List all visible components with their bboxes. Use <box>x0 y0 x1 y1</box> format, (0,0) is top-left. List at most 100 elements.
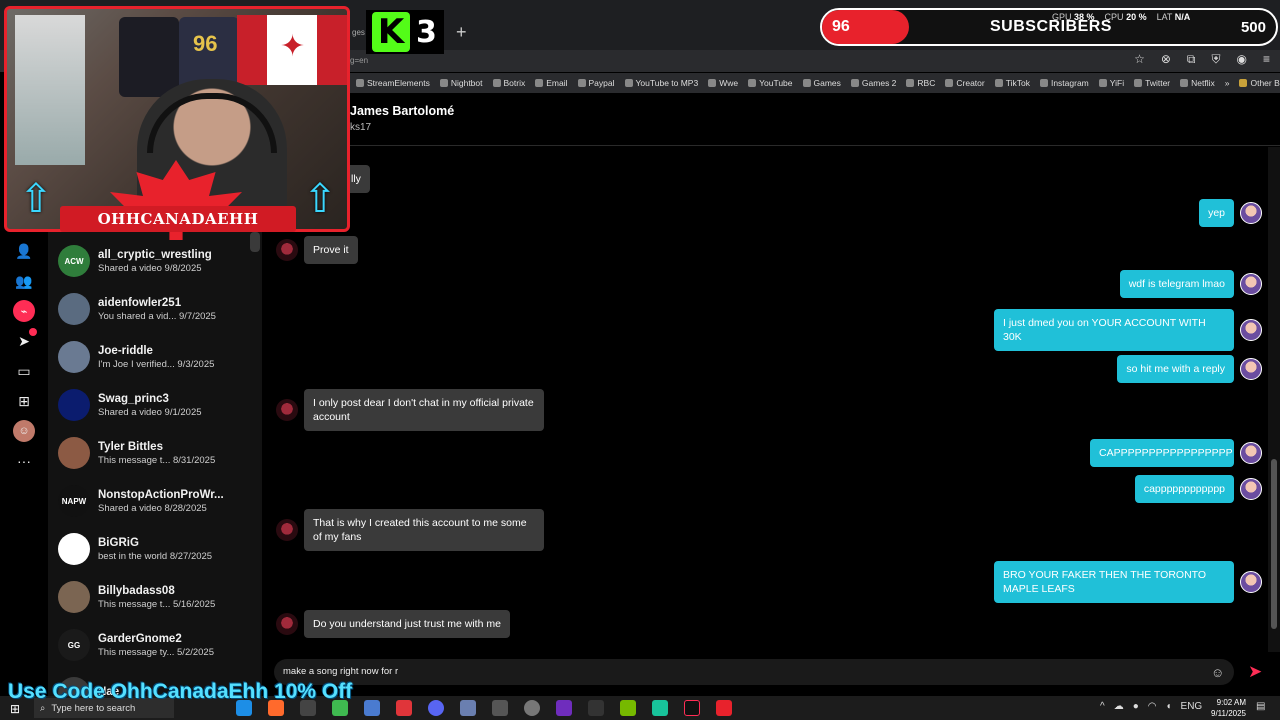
sent-message[interactable]: yep <box>1199 199 1234 227</box>
upload-icon[interactable]: ⊞ <box>13 390 35 412</box>
notification-icon[interactable]: ▤ <box>1256 701 1265 712</box>
sent-message[interactable]: capppppppppppp <box>1134 475 1234 503</box>
app-icon[interactable] <box>364 700 380 716</box>
add-user-icon[interactable]: 👤 <box>13 240 35 262</box>
app-icon[interactable] <box>492 700 508 716</box>
shield-icon[interactable]: ⛨ <box>1211 52 1220 67</box>
bookmarks-more-icon[interactable]: » <box>1225 78 1230 88</box>
my-avatar[interactable] <box>1240 319 1262 341</box>
url-fragment[interactable]: g=en <box>350 56 368 65</box>
screen: ges K 3 + g=en ☆ ⊗ ⧉ ⛨ ◉ ≡ StreamElement… <box>0 0 1280 720</box>
chat-scrollbar[interactable] <box>1268 147 1280 652</box>
taskbar-clock[interactable]: 9:02 AM 9/11/2025 <box>1200 697 1246 719</box>
received-message[interactable]: Do you understand just trust me with me <box>304 610 510 638</box>
app-icon[interactable] <box>460 700 476 716</box>
app-icon[interactable] <box>396 700 412 716</box>
bookmark-item[interactable]: Instagram <box>1039 78 1089 88</box>
my-avatar[interactable] <box>1240 358 1262 380</box>
conversation-item[interactable]: Tyler Bittles This message t... 8/31/2025 <box>58 430 258 476</box>
chat-contact-name[interactable]: James Bartolomé <box>350 104 454 118</box>
other-bookmarks-folder[interactable]: Other Bookmarks <box>1239 78 1280 88</box>
bookmark-item[interactable]: Paypal <box>577 78 615 88</box>
star-icon[interactable]: ☆ <box>1134 52 1145 67</box>
bookmark-favicon-icon <box>850 79 859 87</box>
bookmark-item[interactable]: StreamElements <box>356 78 430 88</box>
my-avatar[interactable] <box>1240 571 1262 593</box>
app-icon[interactable] <box>556 700 572 716</box>
bookmark-item[interactable]: Email <box>535 78 568 88</box>
bookmark-item[interactable]: Creator <box>945 78 985 88</box>
message-input-box[interactable] <box>274 659 1234 685</box>
bookmark-item[interactable]: Twitter <box>1134 78 1170 88</box>
extensions-icon[interactable]: ⧉ <box>1187 52 1196 67</box>
conversation-item[interactable]: Joe-riddle I'm Joe I verified... 9/3/2025 <box>58 334 258 380</box>
conversation-item[interactable]: Billybadass08 This message t... 5/16/2025 <box>58 574 258 620</box>
sent-message[interactable]: wdf is telegram lmao <box>1119 270 1234 298</box>
conversation-item[interactable]: NAPW NonstopActionProWr... Shared a video … <box>58 478 258 524</box>
menu-icon[interactable]: ≡ <box>1263 52 1270 67</box>
windows-start-icon[interactable]: ⊞ <box>10 702 20 716</box>
tiktok-icon[interactable] <box>684 700 700 716</box>
wifi-icon[interactable]: ◠ <box>1148 701 1157 712</box>
bookmark-favicon-icon <box>1098 79 1107 87</box>
bookmark-item[interactable]: Wwe <box>708 78 738 88</box>
contact-avatar[interactable] <box>276 239 298 261</box>
conversation-item[interactable]: BiGRiG best in the world 8/27/2025 <box>58 526 258 572</box>
send-icon[interactable]: ➤ <box>1248 662 1262 682</box>
app-icon[interactable] <box>588 700 604 716</box>
contact-avatar[interactable] <box>276 613 298 635</box>
bookmark-item[interactable]: Nightbot <box>439 78 483 88</box>
chevron-up-icon[interactable]: ^ <box>1100 701 1105 712</box>
bookmark-item[interactable]: Games 2 <box>850 78 896 88</box>
app-icon[interactable] <box>716 700 732 716</box>
received-message[interactable]: That is why I created this account to me… <box>304 509 544 551</box>
sent-message[interactable]: I just dmed you on YOUR ACCOUNT WITH 30K <box>994 309 1234 351</box>
sent-message[interactable]: CAPPPPPPPPPPPPPPPPP <box>1090 439 1234 467</box>
conversation-item[interactable]: ACW all_cryptic_wrestling Shared a video 9… <box>58 238 258 284</box>
conversation-item[interactable]: aidenfowler251 You shared a vid... 9/7/20… <box>58 286 258 332</box>
close-circle-icon[interactable]: ⊗ <box>1161 52 1171 67</box>
profile-avatar-icon[interactable]: ☺ <box>13 420 35 442</box>
my-avatar[interactable] <box>1240 478 1262 500</box>
conversation-item[interactable]: Swag_princ3 Shared a video 9/1/2025 <box>58 382 258 428</box>
following-icon[interactable]: 👥 <box>13 270 35 292</box>
tab-title-fragment[interactable]: ges <box>352 28 365 37</box>
app-icon[interactable] <box>652 700 668 716</box>
app-icon[interactable] <box>524 700 540 716</box>
bookmark-item[interactable]: YiFi <box>1098 78 1124 88</box>
profile-icon[interactable]: ◉ <box>1237 52 1247 67</box>
bookmark-item[interactable]: Games <box>802 78 841 88</box>
contact-avatar[interactable] <box>276 519 298 541</box>
my-avatar[interactable] <box>1240 442 1262 464</box>
mic-icon[interactable]: ● <box>1133 701 1139 712</box>
my-avatar[interactable] <box>1240 273 1262 295</box>
bookmark-item[interactable]: Netflix <box>1180 78 1215 88</box>
messages-icon[interactable]: ▭ <box>13 360 35 382</box>
volume-icon[interactable]: ◖ <box>1165 701 1171 712</box>
contact-avatar[interactable] <box>276 399 298 421</box>
subscriber-goal: 500 <box>1240 19 1266 36</box>
bookmark-item[interactable]: YouTube to MP3 <box>624 78 698 88</box>
clock-date: 9/11/2025 <box>1211 709 1246 718</box>
sent-message[interactable]: BRO YOUR FAKER THEN THE TORONTO MAPLE LE… <box>994 561 1234 603</box>
live-icon[interactable]: ⌁ <box>13 300 35 322</box>
language-indicator[interactable]: ENG <box>1181 701 1203 712</box>
my-avatar[interactable] <box>1240 202 1262 224</box>
received-message[interactable]: Prove it <box>304 236 358 264</box>
bookmark-item[interactable]: RBC <box>906 78 935 88</box>
received-message[interactable]: I only post dear I don't chat in my offi… <box>304 389 544 431</box>
chat-scrollbar-thumb[interactable] <box>1271 459 1277 629</box>
emoji-icon[interactable]: ☺ <box>1211 665 1224 680</box>
message-input[interactable] <box>283 666 1183 677</box>
new-tab-icon[interactable]: + <box>456 22 467 43</box>
more-icon[interactable]: ··· <box>13 450 35 472</box>
cloud-icon[interactable]: ☁ <box>1114 701 1124 712</box>
inbox-icon[interactable]: ➤ <box>13 328 37 352</box>
bookmark-item[interactable]: Botrix <box>492 78 525 88</box>
sent-message[interactable]: so hit me with a reply <box>1117 355 1234 383</box>
conversation-item[interactable]: GG GarderGnome2 This message ty... 5/2/202… <box>58 622 258 668</box>
discord-icon[interactable] <box>428 700 444 716</box>
nvidia-icon[interactable] <box>620 700 636 716</box>
bookmark-item[interactable]: YouTube <box>748 78 793 88</box>
bookmark-item[interactable]: TikTok <box>994 78 1030 88</box>
